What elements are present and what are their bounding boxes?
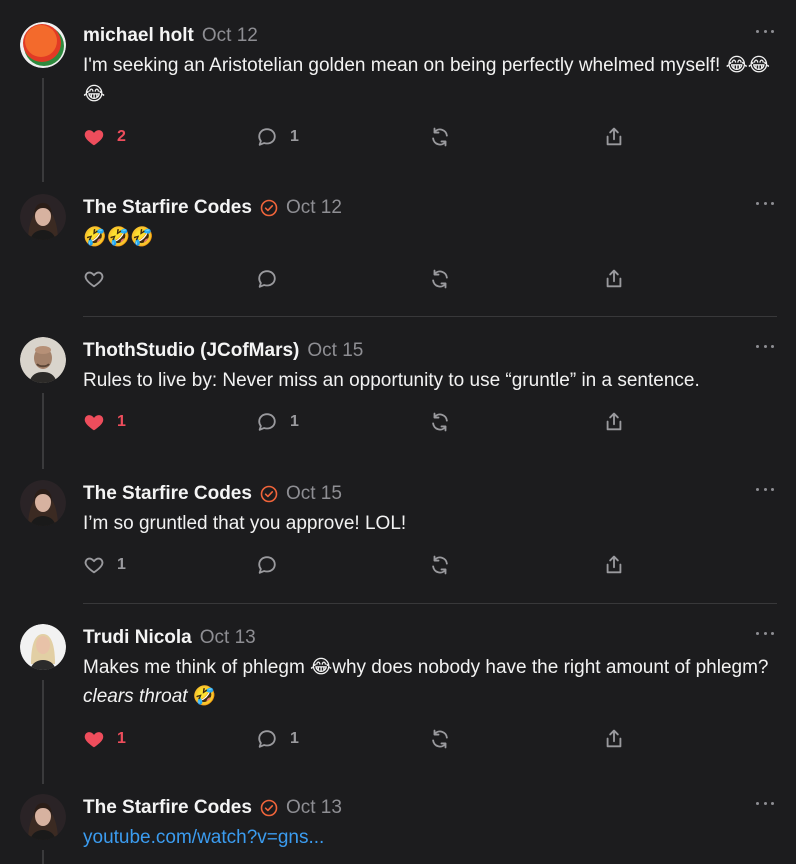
share-icon: [606, 127, 622, 146]
author-name[interactable]: The Starfire Codes: [83, 796, 252, 820]
author-name[interactable]: ThothStudio (JCofMars): [83, 339, 299, 363]
reply-button[interactable]: [256, 554, 290, 576]
comment-icon: [258, 413, 276, 431]
heart-icon: [84, 271, 104, 288]
heart-icon: [84, 557, 104, 574]
post-date[interactable]: Oct 15: [307, 339, 363, 363]
thread-divider: [83, 316, 777, 317]
comment-thread-feed: michael holt Oct 12 I'm seeking an Arist…: [0, 0, 796, 864]
share-button[interactable]: [603, 554, 625, 576]
like-button[interactable]: 1: [83, 411, 126, 433]
post-date[interactable]: Oct 15: [286, 482, 342, 506]
author-name[interactable]: michael holt: [83, 24, 194, 48]
author-name[interactable]: The Starfire Codes: [83, 482, 252, 506]
comment-icon: [258, 128, 276, 146]
repost-icon: [432, 127, 448, 147]
avatar[interactable]: [20, 337, 66, 383]
more-options-icon[interactable]: [756, 196, 774, 210]
comment-icon: [258, 730, 276, 748]
thread-divider: [83, 603, 777, 604]
avatar[interactable]: [20, 194, 66, 240]
repost-icon: [432, 412, 448, 432]
comment-text-italic: clears throat: [83, 686, 188, 707]
verified-badge-icon: [260, 799, 278, 817]
more-options-icon[interactable]: [756, 24, 774, 38]
comment-text: Rules to live by: Never miss an opportun…: [83, 370, 700, 391]
post-date[interactable]: Oct 12: [202, 24, 258, 48]
reply-button[interactable]: 1: [256, 126, 299, 148]
share-button[interactable]: [603, 268, 625, 290]
reply-count: 1: [290, 730, 299, 747]
comment-text: 🤣🤣🤣: [83, 227, 154, 248]
like-button[interactable]: 1: [83, 728, 126, 750]
heart-icon: [84, 130, 104, 146]
action-bar: 2 1: [83, 126, 643, 148]
reply-button[interactable]: 1: [256, 411, 299, 433]
thread-line: [42, 78, 44, 182]
youtube-link[interactable]: youtube.com/watch?v=gns...: [83, 827, 324, 848]
action-bar: 1 1: [83, 411, 643, 433]
repost-icon: [432, 269, 448, 289]
reply-count: 1: [290, 128, 299, 145]
like-count: 1: [117, 730, 126, 747]
avatar[interactable]: [20, 22, 66, 68]
share-icon: [606, 555, 622, 574]
comment-text-tail: 🤣: [187, 686, 217, 707]
share-icon: [606, 729, 622, 748]
comment-text: Makes me think of phlegm 😂why does nobod…: [83, 653, 773, 711]
share-button[interactable]: [603, 126, 625, 148]
heart-icon: [84, 732, 104, 748]
post-date[interactable]: Oct 13: [286, 796, 342, 820]
reply-count: 1: [290, 413, 299, 430]
more-options-icon[interactable]: [756, 339, 774, 353]
comment-text: I’m so gruntled that you approve! LOL!: [83, 513, 407, 534]
author-name[interactable]: Trudi Nicola: [83, 626, 192, 650]
comment-text-main: Makes me think of phlegm 😂why does nobod…: [83, 657, 769, 678]
action-bar: 1 1: [83, 728, 643, 750]
author-name[interactable]: The Starfire Codes: [83, 196, 252, 220]
like-count: 1: [117, 556, 126, 573]
repost-icon: [432, 729, 448, 749]
like-button[interactable]: 2: [83, 126, 126, 148]
share-icon: [606, 412, 622, 431]
comment-text: I'm seeking an Aristotelian golden mean …: [83, 55, 770, 105]
repost-button[interactable]: [429, 554, 451, 576]
more-options-icon[interactable]: [756, 482, 774, 496]
repost-button[interactable]: [429, 411, 451, 433]
share-icon: [606, 269, 622, 288]
post-date[interactable]: Oct 13: [200, 626, 256, 650]
reply-button[interactable]: [256, 268, 290, 290]
like-button[interactable]: [83, 268, 117, 290]
action-bar: 1: [83, 554, 643, 576]
action-bar: [83, 268, 643, 290]
repost-icon: [432, 555, 448, 575]
more-options-icon[interactable]: [756, 796, 774, 810]
avatar[interactable]: [20, 624, 66, 670]
thread-line: [42, 850, 44, 864]
more-options-icon[interactable]: [756, 626, 774, 640]
avatar[interactable]: [20, 480, 66, 526]
repost-button[interactable]: [429, 728, 451, 750]
repost-button[interactable]: [429, 126, 451, 148]
like-count: 1: [117, 413, 126, 430]
reply-button[interactable]: 1: [256, 728, 299, 750]
verified-badge-icon: [260, 485, 278, 503]
post-date[interactable]: Oct 12: [286, 196, 342, 220]
thread-line: [42, 680, 44, 784]
verified-badge-icon: [260, 199, 278, 217]
like-count: 2: [117, 128, 126, 145]
comment-icon: [258, 556, 276, 574]
share-button[interactable]: [603, 728, 625, 750]
share-button[interactable]: [603, 411, 625, 433]
avatar[interactable]: [20, 794, 66, 840]
comment-icon: [258, 270, 276, 288]
comment-text: youtube.com/watch?v=gns...: [83, 823, 773, 852]
thread-line: [42, 393, 44, 469]
repost-button[interactable]: [429, 268, 451, 290]
heart-icon: [84, 415, 104, 431]
like-button[interactable]: 1: [83, 554, 126, 576]
